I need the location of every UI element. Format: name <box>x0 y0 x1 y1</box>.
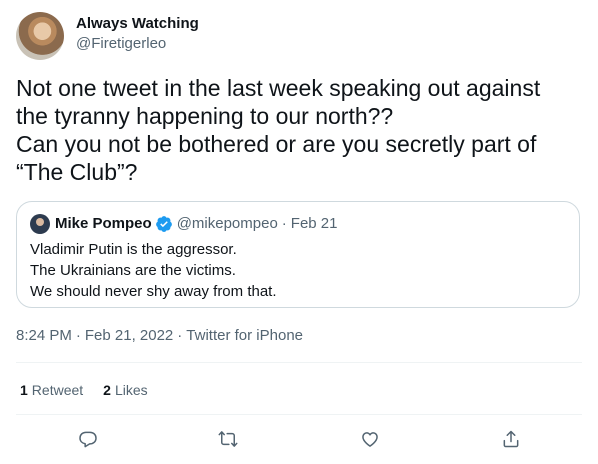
retweets-stat[interactable]: 1 Retweet <box>20 380 83 400</box>
tweet-time[interactable]: 8:24 PM <box>16 326 72 346</box>
quoted-separator: · <box>281 215 287 232</box>
quoted-date[interactable]: Feb 21 <box>291 214 338 234</box>
meta-separator: · <box>75 327 81 344</box>
tweet-text: Not one tweet in the last week speaking … <box>16 75 541 185</box>
author-display-name[interactable]: Always Watching <box>76 14 199 34</box>
tweet-author[interactable]: Always Watching @Firetigerleo <box>16 12 199 60</box>
like-icon[interactable] <box>359 428 381 450</box>
tweet: Always Watching @Firetigerleo Not one tw… <box>0 0 598 464</box>
retweet-icon[interactable] <box>217 428 239 450</box>
verified-badge-icon <box>155 215 173 233</box>
quoted-tweet-header: Mike Pompeo @mikepompeo · Feb 21 <box>30 214 338 234</box>
tweet-date[interactable]: Feb 21, 2022 <box>85 326 173 346</box>
likes-label: Likes <box>114 382 148 398</box>
reply-icon[interactable] <box>77 428 99 450</box>
tweet-stats: 1 Retweet 2 Likes <box>20 380 168 400</box>
tweet-actions <box>16 418 582 462</box>
retweets-count: 1 <box>20 382 28 398</box>
divider <box>16 414 582 415</box>
tweet-meta: 8:24 PM · Feb 21, 2022 · Twitter for iPh… <box>16 326 303 346</box>
tweet-source[interactable]: Twitter for iPhone <box>186 326 303 346</box>
share-icon[interactable] <box>500 428 522 450</box>
likes-stat[interactable]: 2 Likes <box>103 380 147 400</box>
divider <box>16 362 582 363</box>
quoted-author-name: Mike Pompeo <box>55 215 152 232</box>
meta-separator: · <box>177 327 183 344</box>
author-handle[interactable]: @Firetigerleo <box>76 34 199 54</box>
author-avatar[interactable] <box>16 12 64 60</box>
author-names: Always Watching @Firetigerleo <box>76 14 199 54</box>
retweets-label: Retweet <box>31 382 84 398</box>
quoted-author-avatar <box>30 214 50 234</box>
likes-count: 2 <box>103 382 111 398</box>
quoted-author-handle: @mikepompeo <box>176 215 278 232</box>
quoted-tweet[interactable]: Mike Pompeo @mikepompeo · Feb 21 Vladimi… <box>16 201 580 308</box>
quoted-tweet-text: Vladimir Putin is the aggressor. The Ukr… <box>30 241 277 300</box>
